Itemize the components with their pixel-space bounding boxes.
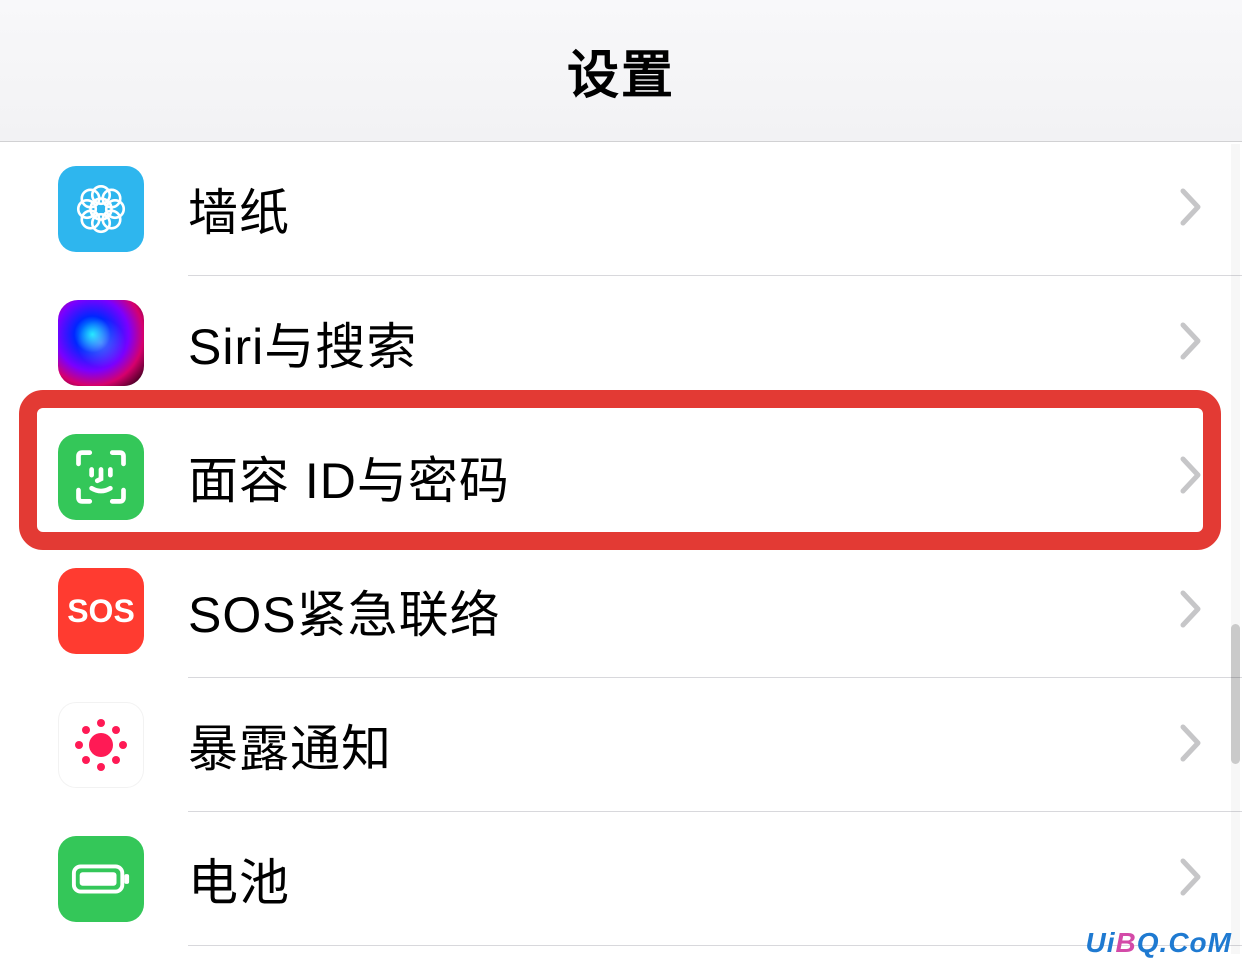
settings-row-siri[interactable]: Siri与搜索: [0, 276, 1242, 410]
row-divider: [188, 945, 1242, 946]
settings-row-label: Siri与搜索: [188, 307, 1180, 379]
settings-row-label: 电池: [188, 843, 1180, 915]
scrollbar-thumb[interactable]: [1231, 624, 1240, 764]
settings-row-wallpaper[interactable]: 墙纸: [0, 142, 1242, 276]
sos-icon: SOS: [58, 568, 144, 654]
chevron-right-icon: [1180, 180, 1202, 238]
page-title: 设置: [567, 33, 675, 108]
settings-row-faceid[interactable]: 面容 ID与密码: [0, 410, 1242, 544]
battery-icon: [58, 836, 144, 922]
faceid-icon: [58, 434, 144, 520]
watermark: UiBQ.CoM: [1086, 927, 1232, 959]
exposure-icon: [58, 702, 144, 788]
settings-row-label: 暴露通知: [188, 709, 1180, 781]
settings-row-sos[interactable]: SOS SOS紧急联络: [0, 544, 1242, 678]
settings-row-exposure[interactable]: 暴露通知: [0, 678, 1242, 812]
settings-row-label: 面容 ID与密码: [188, 441, 1180, 513]
settings-row-label: SOS紧急联络: [188, 575, 1180, 647]
chevron-right-icon: [1180, 448, 1202, 506]
settings-list: 墙纸 Siri与搜索: [0, 142, 1242, 946]
sos-icon-text: SOS: [67, 593, 135, 630]
settings-row-label: 墙纸: [188, 173, 1180, 245]
chevron-right-icon: [1180, 582, 1202, 640]
chevron-right-icon: [1180, 314, 1202, 372]
chevron-right-icon: [1180, 850, 1202, 908]
wallpaper-icon: [58, 166, 144, 252]
settings-row-battery[interactable]: 电池: [0, 812, 1242, 946]
header: 设置: [0, 0, 1242, 142]
chevron-right-icon: [1180, 716, 1202, 774]
scrollbar-track: [1231, 144, 1240, 954]
siri-icon: [58, 300, 144, 386]
